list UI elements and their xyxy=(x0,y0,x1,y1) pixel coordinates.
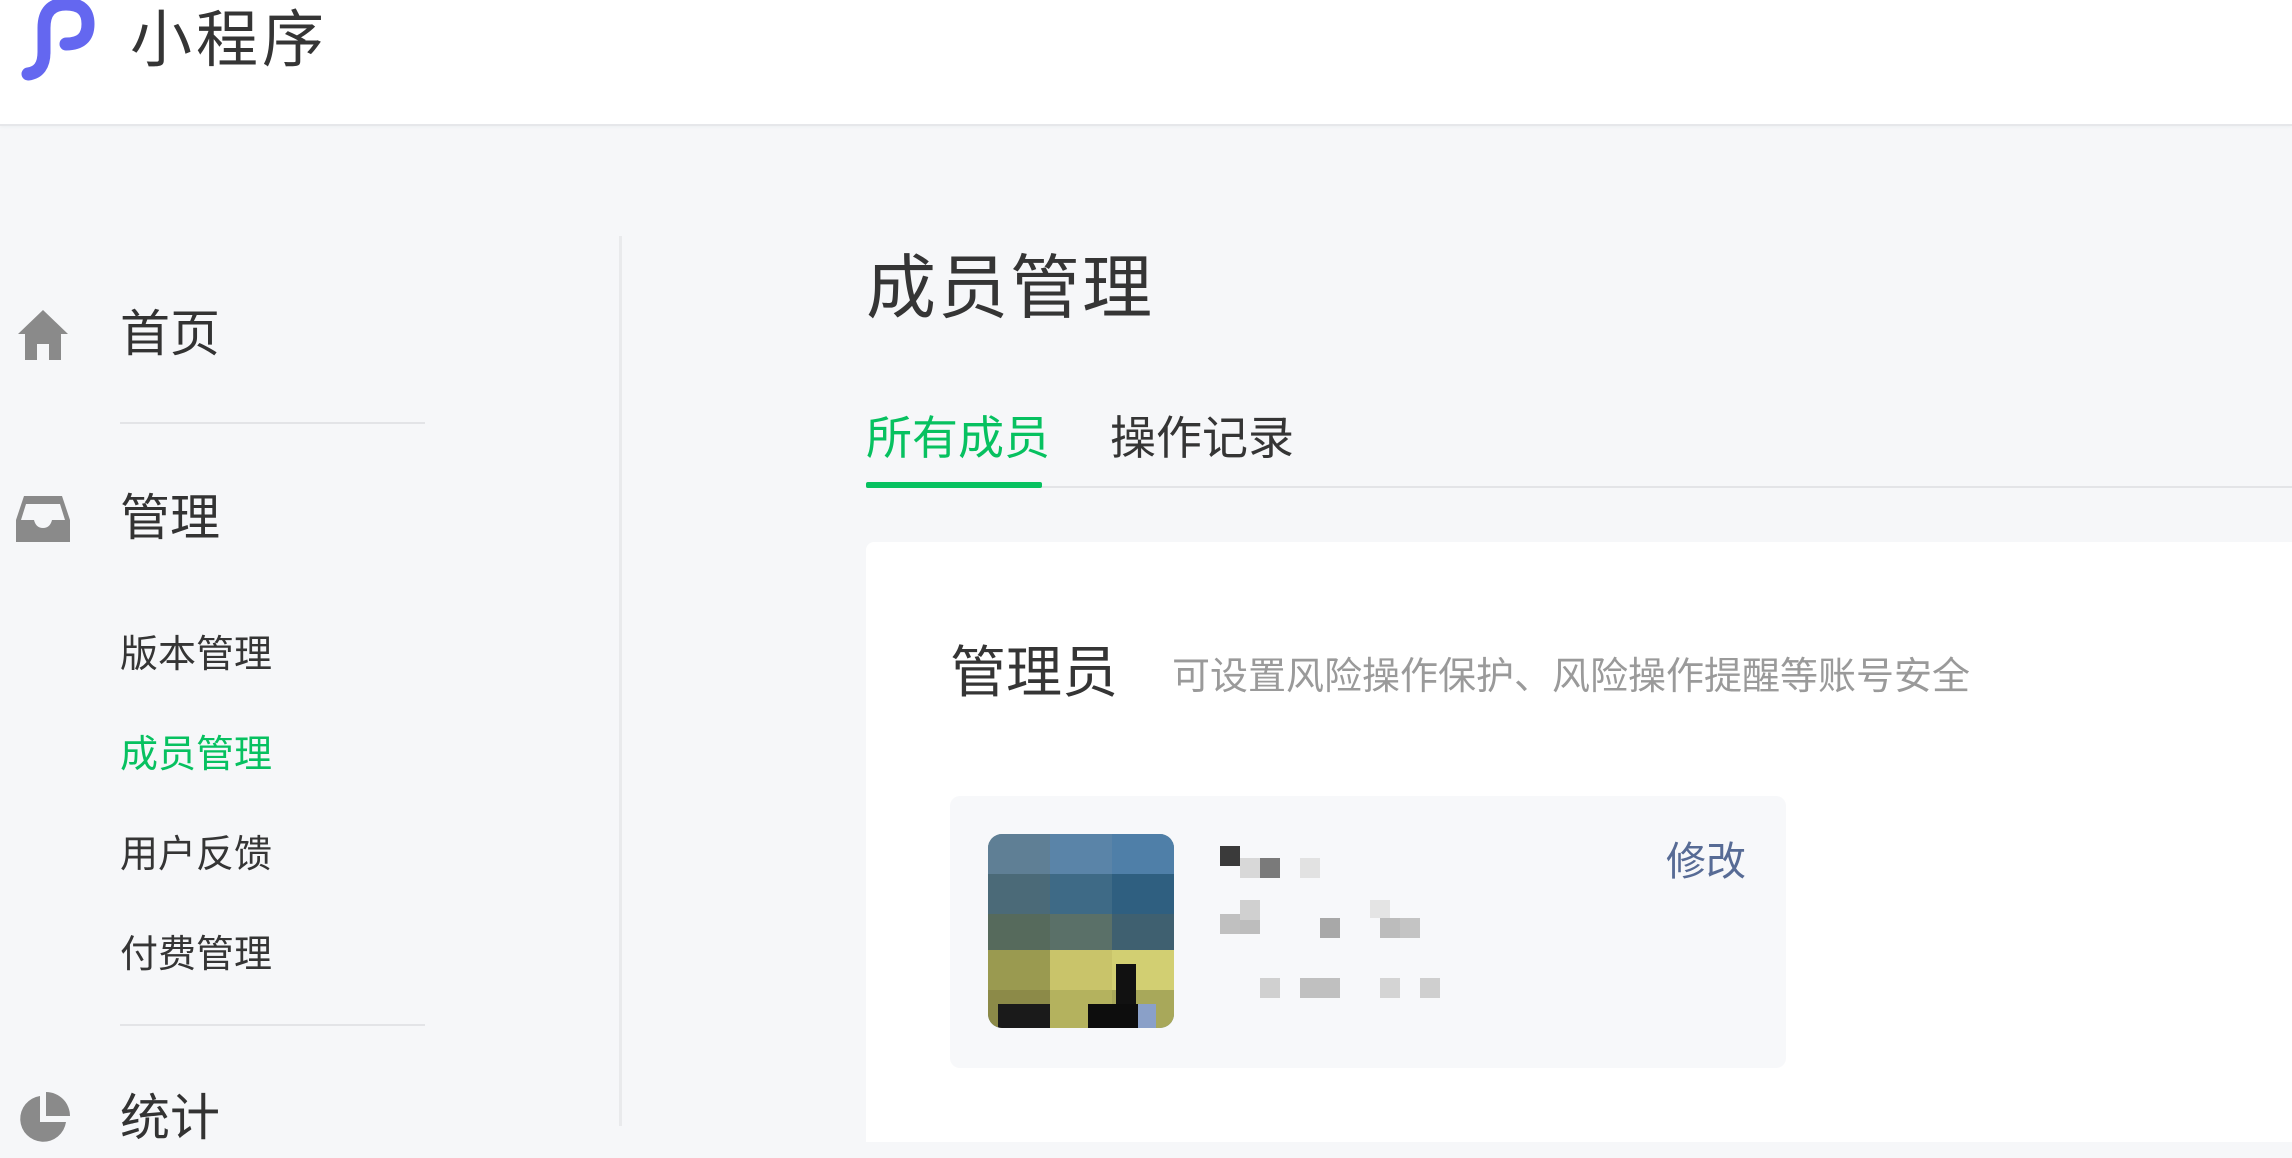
section-title: 管理员 xyxy=(950,641,1118,706)
member-info-redacted xyxy=(1220,834,1470,1034)
sidebar-item-user-feedback[interactable]: 用户反馈 xyxy=(120,826,272,882)
sidebar-item-label: 首页 xyxy=(120,305,220,363)
home-icon xyxy=(14,306,72,364)
sidebar-item-manage[interactable]: 管理 xyxy=(0,478,600,558)
sidebar: 首页 管理 版本管理 成员管理 用户反馈 付费管理 统计 xyxy=(0,236,620,1147)
sidebar-divider xyxy=(120,422,425,424)
pie-chart-icon xyxy=(14,1090,72,1148)
sidebar-item-label: 管理 xyxy=(120,489,220,547)
sidebar-item-statistics[interactable]: 统计 xyxy=(0,1078,600,1158)
app-title: 小程序 xyxy=(130,3,329,76)
tab-label: 所有成员 xyxy=(866,411,1050,465)
avatar xyxy=(988,834,1174,1028)
sidebar-item-home[interactable]: 首页 xyxy=(0,294,600,374)
sidebar-item-member-management[interactable]: 成员管理 xyxy=(120,726,272,782)
inbox-icon xyxy=(14,490,72,548)
active-tab-indicator xyxy=(866,482,1042,488)
sidebar-item-payment-management[interactable]: 付费管理 xyxy=(120,926,272,982)
sidebar-item-version-management[interactable]: 版本管理 xyxy=(120,626,272,682)
sidebar-item-label: 统计 xyxy=(120,1089,220,1147)
sidebar-separator xyxy=(619,236,622,1126)
page-title: 成员管理 xyxy=(866,247,1154,329)
section-description: 可设置风险操作保护、风险操作提醒等账号安全 xyxy=(1172,654,1971,698)
top-bar: 小程序 xyxy=(0,0,2292,126)
admin-card: 管理员 可设置风险操作保护、风险操作提醒等账号安全 修改 xyxy=(866,542,2292,1142)
mini-program-logo-icon[interactable] xyxy=(14,0,114,82)
tab-all-members[interactable]: 所有成员 xyxy=(866,404,1050,472)
edit-member-link[interactable]: 修改 xyxy=(1666,832,1746,892)
member-item: 修改 xyxy=(950,796,1786,1068)
sidebar-divider xyxy=(120,1024,425,1026)
tab-bar: 所有成员 操作记录 xyxy=(866,404,2292,488)
tab-label: 操作记录 xyxy=(1110,411,1294,465)
tab-operation-log[interactable]: 操作记录 xyxy=(1110,404,1294,472)
